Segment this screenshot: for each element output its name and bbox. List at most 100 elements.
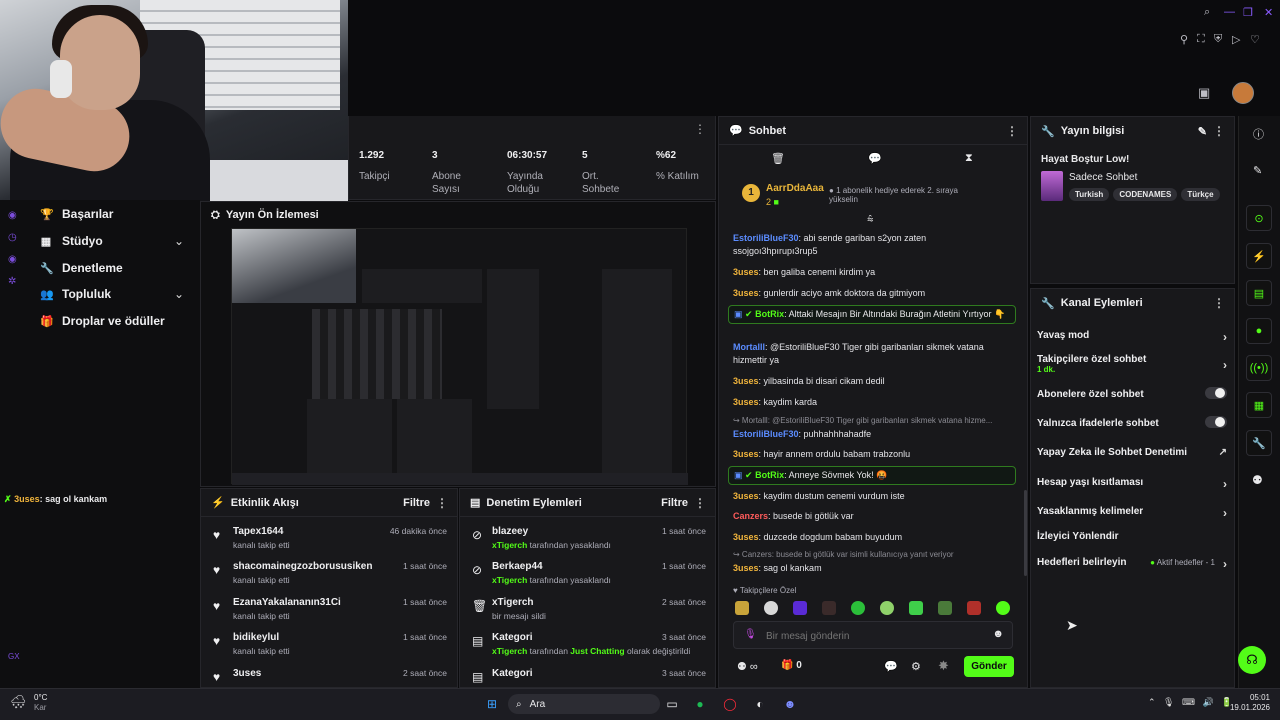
emote[interactable] xyxy=(996,601,1010,615)
category-thumbnail[interactable] xyxy=(1041,171,1063,201)
sidebar-item-community[interactable]: 👥 Topluluk xyxy=(40,287,111,301)
bolt-icon[interactable]: ⚡ xyxy=(1246,243,1272,269)
chat-message[interactable]: EstoriliBlueF30: puhhahhhahadfe xyxy=(733,428,1013,441)
mic-icon[interactable]: 🎙 xyxy=(744,629,757,640)
chat-message[interactable]: 3uses: gunlerdir aciyo amk doktora da gi… xyxy=(733,287,1013,300)
app-icon[interactable]: ◐ xyxy=(750,694,770,714)
document-icon[interactable]: ▦ xyxy=(1246,392,1272,418)
emote[interactable] xyxy=(880,601,894,615)
chat-user[interactable]: 3uses xyxy=(733,288,759,298)
camera-icon[interactable]: ⊙ xyxy=(1246,205,1272,231)
chat-user[interactable]: 3uses xyxy=(733,563,759,573)
emote[interactable] xyxy=(938,601,952,615)
more-icon[interactable]: ⋮ xyxy=(694,496,706,510)
badge-icon[interactable]: ✸ xyxy=(938,658,949,674)
chevron-down-icon[interactable]: ⌄ xyxy=(174,234,184,248)
category-name[interactable]: Sadece Sohbet xyxy=(1069,172,1137,183)
toggle-switch[interactable] xyxy=(1205,387,1227,399)
gift-counter[interactable]: 🎁 0 xyxy=(781,660,802,671)
heart-icon[interactable]: ♡ xyxy=(1250,33,1260,46)
chat-user[interactable]: 3uses xyxy=(733,532,759,542)
tag[interactable]: CODENAMES xyxy=(1113,188,1178,201)
search-icon[interactable]: ⌕ xyxy=(1204,6,1210,19)
broadcast-icon[interactable]: ▣ xyxy=(1198,85,1210,101)
chat-scrollbar[interactable] xyxy=(1024,490,1027,576)
taskbar-search[interactable]: ⌕ Ara xyxy=(508,694,660,714)
chat-user[interactable]: Canzers xyxy=(733,511,768,521)
hourglass-icon[interactable]: ⧗ xyxy=(965,152,973,165)
top-gifter-name[interactable]: AarrDdaAaa xyxy=(766,183,824,194)
chat-message[interactable]: 3uses: ben galiba cenemi kirdim ya xyxy=(733,266,1013,279)
opera-gx-icon[interactable]: ◯ xyxy=(720,694,740,714)
emote[interactable] xyxy=(967,601,981,615)
gear-icon[interactable]: ⚙ xyxy=(911,660,921,673)
list-item[interactable]: ♥ Tapex1644 kanalı takip etti 46 dakika önc… xyxy=(213,526,447,550)
chevron-down-icon[interactable]: ⌄ xyxy=(174,287,184,301)
chat-message[interactable]: 3uses: kaydim karda xyxy=(733,396,1013,409)
chat-message[interactable]: Canzers: busede bi götlük var xyxy=(733,510,1013,523)
action-raid[interactable]: İzleyici Yönlendir xyxy=(1037,531,1227,542)
weather-icon[interactable]: 🌨 xyxy=(10,694,27,710)
windows-start-icon[interactable]: ⊞ xyxy=(482,694,502,714)
reply-reference[interactable]: ↪ Mortalll: @EstoriliBlueF30 Tiger gibi … xyxy=(733,416,1013,425)
broadcast-icon[interactable]: ((•)) xyxy=(1246,355,1272,381)
action-slow-mode[interactable]: Yavaş mod › xyxy=(1037,330,1227,344)
list-item[interactable]: ▤ Kategori xTigerch tarafından Just Chatti… xyxy=(472,632,706,656)
sidebar-item-achievements[interactable]: 🏆 Başarılar xyxy=(40,207,113,221)
chat-user[interactable]: 3uses xyxy=(733,267,759,277)
emote[interactable] xyxy=(822,601,836,615)
avatar[interactable] xyxy=(1232,82,1254,104)
tag[interactable]: Turkish xyxy=(1069,188,1110,201)
emote[interactable] xyxy=(735,601,749,615)
shield-icon[interactable]: ⛨ xyxy=(1214,33,1222,46)
action-ai-moderation[interactable]: Yapay Zeka ile Sohbet Denetimi ↗ xyxy=(1037,447,1227,458)
chat-message[interactable]: EstoriliBlueF30: abi sende gariban s2yon… xyxy=(733,232,1013,258)
clipboard-icon[interactable]: ▤ xyxy=(1246,280,1272,306)
spotify-icon[interactable]: ● xyxy=(690,694,710,714)
emoji-icon[interactable]: ☻ xyxy=(992,628,1004,640)
activity-filter-button[interactable]: Filtre xyxy=(403,497,430,509)
emote[interactable] xyxy=(764,601,778,615)
emote[interactable] xyxy=(793,601,807,615)
tag[interactable]: Türkçe xyxy=(1181,188,1220,201)
pencil-icon[interactable]: ✎ xyxy=(1253,164,1262,177)
action-emote-only[interactable]: Yalnızca ifadelerle sohbet xyxy=(1037,416,1227,429)
chat-message[interactable]: Mortalll: @EstoriliBlueF30 Tiger gibi ga… xyxy=(733,341,1013,367)
clock[interactable]: 05:01 19.01.2026 xyxy=(1226,693,1270,713)
wrench-icon[interactable]: 🔧 xyxy=(1246,430,1272,456)
list-item[interactable]: ♥ 3uses 2 saat önce xyxy=(213,668,447,684)
moderation-filter-button[interactable]: Filtre xyxy=(661,497,688,509)
pencil-icon[interactable]: ✎ xyxy=(1198,125,1207,138)
more-icon[interactable]: ⋮ xyxy=(1006,124,1018,138)
chat-user[interactable]: EstoriliBlueF30 xyxy=(733,233,799,243)
emote[interactable] xyxy=(909,601,923,615)
minimize-icon[interactable]: — xyxy=(1224,6,1235,18)
chat-bubble-icon[interactable]: 💬 xyxy=(868,152,882,165)
list-item[interactable]: ⊘ blazeey xTigerch tarafından yasaklandı 1 … xyxy=(472,526,706,550)
chat-user[interactable]: BotRix xyxy=(755,309,784,319)
action-followers-only[interactable]: Takipçilere özel sohbet 1 dk. › xyxy=(1037,354,1227,374)
chat-message[interactable]: 3uses: hayir annem ordulu babam trabzonl… xyxy=(733,448,1013,461)
community-icon[interactable]: ⚉ ∞ xyxy=(737,660,758,673)
pin-icon[interactable]: ⚲ xyxy=(1180,33,1188,46)
more-icon[interactable]: ⋮ xyxy=(1213,296,1225,310)
more-icon[interactable]: ⋮ xyxy=(1213,124,1225,138)
chat-input[interactable] xyxy=(766,628,986,644)
chat-user[interactable]: BotRix xyxy=(755,470,784,480)
crop-icon[interactable]: ⛶ xyxy=(1197,33,1205,46)
chat-message[interactable]: 3uses: duzcede dogdum babam buyudum xyxy=(733,531,1013,544)
system-tray-icons[interactable]: ⌃ 🎙 ⌨ 🔊 🔋 xyxy=(1148,697,1232,708)
chat-user[interactable]: 3uses xyxy=(733,491,759,501)
sidebar-item-studio[interactable]: ▦ Stüdyo xyxy=(40,234,103,248)
action-subscribers-only[interactable]: Abonelere özel sohbet xyxy=(1037,387,1227,400)
chat-input-box[interactable]: 🎙 ☻ xyxy=(733,621,1013,649)
discord-icon[interactable]: ☻ xyxy=(780,694,800,714)
close-icon[interactable]: ✕ xyxy=(1264,6,1273,19)
list-item[interactable]: ♥ shacomainegzozborususiken kanalı takip e… xyxy=(213,561,447,585)
chat-user[interactable]: 3uses xyxy=(733,449,759,459)
chat-user[interactable]: EstoriliBlueF30 xyxy=(733,429,799,439)
send-button[interactable]: Gönder xyxy=(964,656,1014,677)
sidebar-item-moderation[interactable]: 🔧 Denetleme xyxy=(40,261,123,275)
list-item[interactable]: ♥ EzanaYakalananın31Ci kanalı takip etti 1 … xyxy=(213,597,447,621)
weather-widget[interactable]: 0°C Kar xyxy=(34,693,47,713)
